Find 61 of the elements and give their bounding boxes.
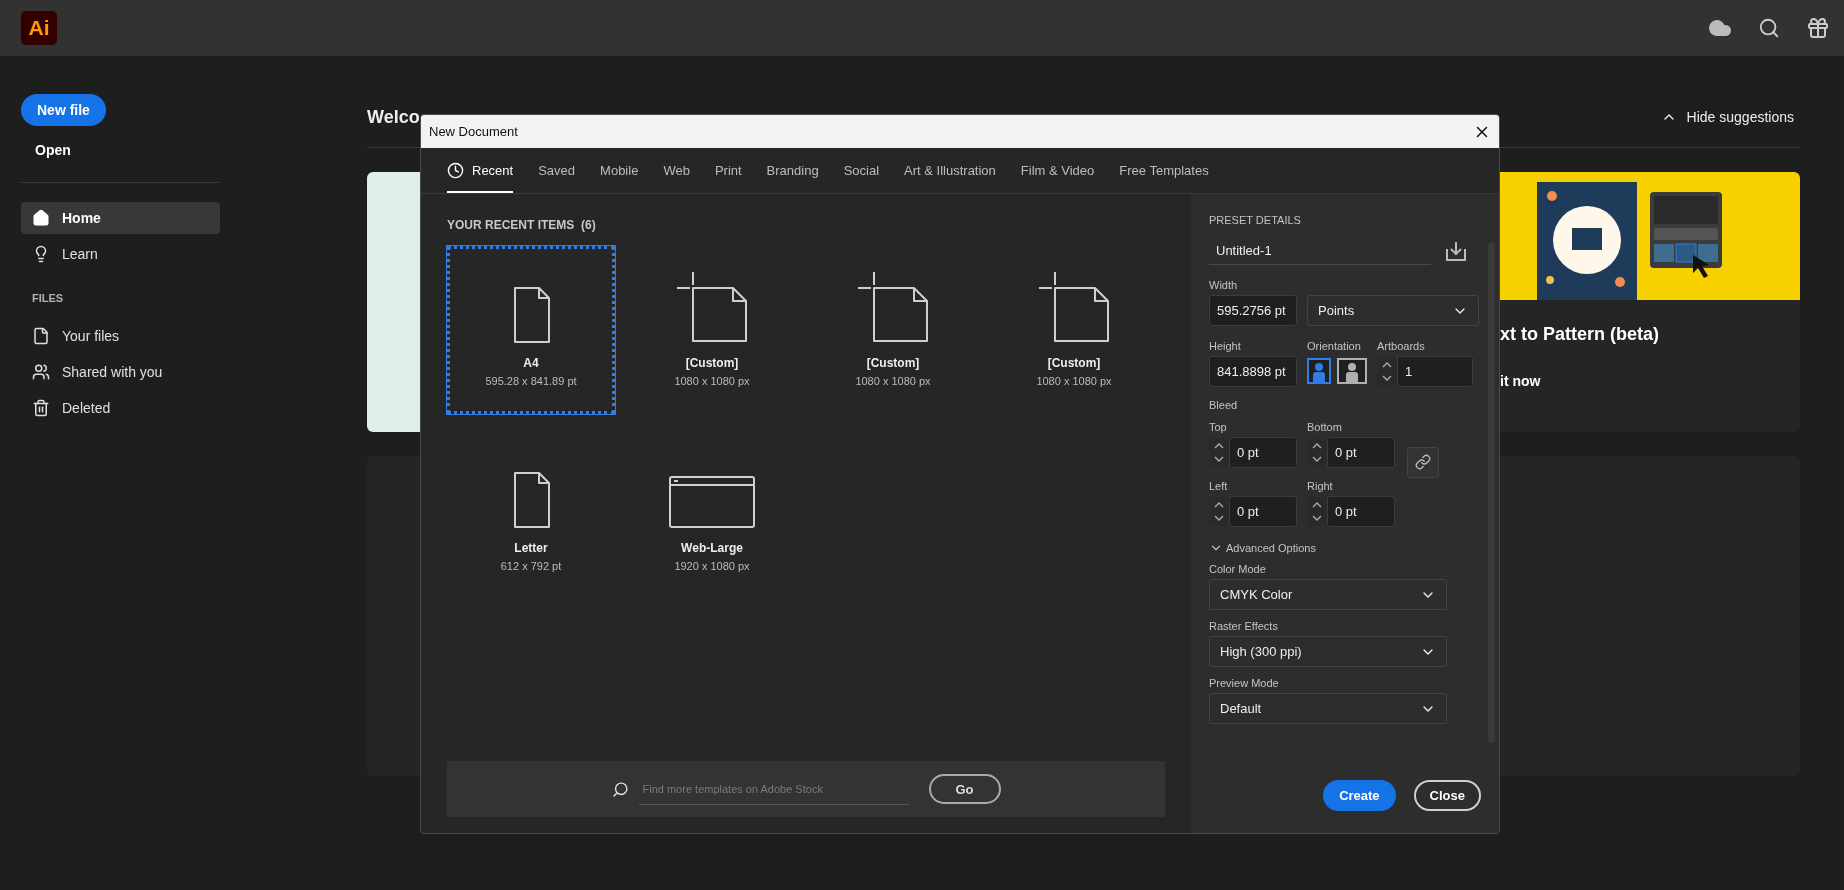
tab[interactable]: Mobile (600, 148, 639, 193)
bleed-field[interactable]: 0 pt (1229, 496, 1297, 527)
nav-item[interactable]: Home (21, 202, 220, 234)
tab[interactable]: Recent (447, 148, 514, 193)
field-label: Color Mode (1209, 563, 1267, 575)
search-field[interactable]: Find more templates on Adobe Stock (638, 782, 909, 795)
field-label: Orientation (1307, 340, 1362, 352)
artboards-field[interactable]: 1 (1397, 356, 1473, 387)
advanced-options-toggle[interactable]: Advanced Options (1209, 541, 1316, 555)
bleed-field[interactable]: 0 pt (1327, 437, 1395, 468)
field-label: Left (1209, 480, 1229, 492)
section-heading: PRESET DETAILS (1209, 214, 1302, 226)
select-dropdown[interactable]: Default (1209, 693, 1447, 724)
tab[interactable]: Print (714, 148, 742, 193)
name-field[interactable]: Untitled-1 (1209, 242, 1431, 258)
tab[interactable]: Saved (538, 148, 576, 193)
units-dropdown[interactable]: Points (1307, 295, 1479, 326)
nav-item[interactable]: Deleted (21, 392, 220, 424)
preset-tile[interactable]: Letter 612 x 792 pt (447, 431, 615, 599)
field-label: Preview Mode (1209, 677, 1280, 689)
select-dropdown[interactable]: High (300 ppi) (1209, 636, 1447, 667)
tab[interactable]: Web (663, 148, 690, 193)
tab[interactable]: Social (843, 148, 880, 193)
create-button[interactable]: Create (1323, 780, 1396, 811)
go-button[interactable]: Go (928, 774, 1001, 804)
field-label: Artboards (1377, 340, 1426, 352)
tab[interactable]: Film & Video (1020, 148, 1095, 193)
field-label: Bottom (1307, 421, 1343, 433)
tab[interactable]: Free Templates (1119, 148, 1209, 193)
field-label: Height (1209, 340, 1242, 352)
field-label: Right (1307, 480, 1334, 492)
preset-tile[interactable]: Web-Large 1920 x 1080 px (628, 431, 796, 599)
nav-item[interactable]: Learn (21, 238, 220, 270)
tab[interactable]: Art & Illustration (904, 148, 996, 193)
nav-item[interactable]: Your files (21, 320, 220, 352)
section-heading: YOUR RECENT ITEMS (6) (447, 218, 597, 232)
field-label: Bleed (1209, 399, 1239, 411)
preset-tile[interactable]: [Custom] 1080 x 1080 px (990, 246, 1158, 414)
height-field[interactable]: 841.8898 pt (1209, 356, 1297, 387)
preset-tile[interactable]: [Custom] 1080 x 1080 px (809, 246, 977, 414)
bleed-field[interactable]: 0 pt (1327, 496, 1395, 527)
width-field[interactable]: 595.2756 pt (1209, 295, 1297, 326)
nav-item[interactable]: Shared with you (21, 356, 220, 388)
feature-title: xt to Pattern (beta) (1500, 324, 1660, 345)
preset-tile[interactable]: [Custom] 1080 x 1080 px (628, 246, 796, 414)
hide-suggestions-button[interactable]: Hide suggestions (1654, 108, 1800, 126)
app-logo[interactable]: Ai (21, 11, 57, 45)
dialog-title: New Document (429, 124, 518, 139)
field-label: Raster Effects (1209, 620, 1279, 632)
close-button[interactable]: Close (1413, 780, 1481, 811)
tab[interactable]: Branding (766, 148, 819, 193)
try-link[interactable]: it now (1500, 373, 1800, 389)
new-file-button[interactable]: New file (21, 94, 106, 126)
section-heading: FILES (32, 292, 65, 304)
open-link[interactable]: Open (35, 142, 71, 158)
select-dropdown[interactable]: CMYK Color (1209, 579, 1447, 610)
bleed-field[interactable]: 0 pt (1229, 437, 1297, 468)
field-label: Top (1209, 421, 1228, 433)
field-label: Width (1209, 279, 1239, 291)
welcome-heading: Welco (367, 106, 420, 128)
preset-tile[interactable]: A4 595.28 x 841.89 pt (447, 246, 615, 414)
